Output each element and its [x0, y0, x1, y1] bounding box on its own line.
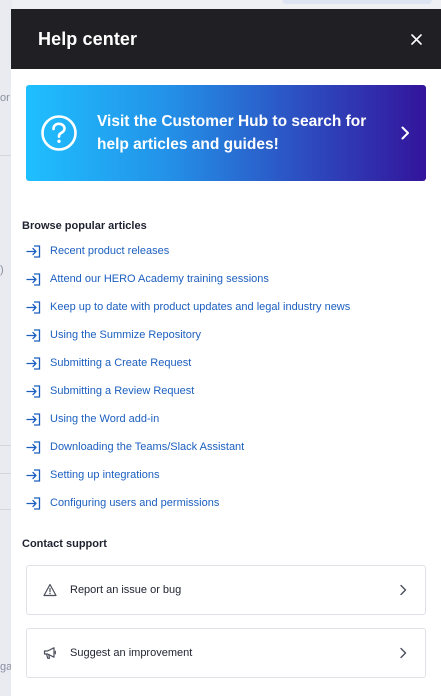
question-circle-icon [41, 115, 77, 151]
sign-in-arrow-icon [26, 412, 41, 426]
article-link[interactable]: Using the Summize Repository [26, 321, 426, 349]
article-label: Attend our HERO Academy training session… [50, 273, 269, 285]
article-label: Using the Word add-in [50, 413, 160, 425]
article-link[interactable]: Downloading the Teams/Slack Assistant [26, 433, 426, 461]
article-link[interactable]: Using the Word add-in [26, 405, 426, 433]
customer-hub-banner[interactable]: Visit the Customer Hub to search for hel… [26, 85, 426, 181]
report-issue-label: Report an issue or bug [70, 584, 182, 596]
article-label: Submitting a Review Request [50, 385, 195, 397]
popular-articles-list: Recent product releases Attend our HERO … [26, 237, 426, 517]
sign-in-arrow-icon [26, 468, 41, 482]
article-link[interactable]: Submitting a Create Request [26, 349, 426, 377]
suggest-improvement-label: Suggest an improvement [70, 647, 193, 659]
article-label: Submitting a Create Request [50, 357, 192, 369]
background-text: or [0, 92, 10, 104]
article-link[interactable]: Recent product releases [26, 237, 426, 265]
sign-in-arrow-icon [26, 356, 41, 370]
help-center-panel: Help center Visit the Customer Hub to se… [11, 9, 441, 696]
suggest-improvement-button[interactable]: Suggest an improvement [26, 628, 426, 678]
chevron-right-icon [400, 647, 407, 659]
panel-header: Help center [11, 9, 441, 69]
article-label: Keep up to date with product updates and… [50, 301, 351, 313]
background-text: ) [0, 264, 4, 276]
article-link[interactable]: Setting up integrations [26, 461, 426, 489]
article-label: Setting up integrations [50, 469, 160, 481]
article-label: Configuring users and permissions [50, 497, 220, 509]
warning-triangle-icon [43, 583, 57, 597]
popular-articles-heading: Browse popular articles [22, 220, 147, 232]
article-link[interactable]: Keep up to date with product updates and… [26, 293, 426, 321]
panel-title: Help center [38, 28, 138, 49]
article-label: Using the Summize Repository [50, 329, 202, 341]
chevron-right-icon [401, 126, 409, 140]
article-link[interactable]: Attend our HERO Academy training session… [26, 265, 426, 293]
chevron-right-icon [400, 584, 407, 596]
sign-in-arrow-icon [26, 328, 41, 342]
background-tab [282, 0, 432, 4]
article-label: Recent product releases [50, 245, 170, 257]
contact-support-heading: Contact support [22, 538, 107, 550]
article-link[interactable]: Submitting a Review Request [26, 377, 426, 405]
close-icon [410, 33, 422, 45]
customer-hub-text: Visit the Customer Hub to search for hel… [97, 112, 367, 154]
sign-in-arrow-icon [26, 384, 41, 398]
sign-in-arrow-icon [26, 496, 41, 510]
article-link[interactable]: Configuring users and permissions [26, 489, 426, 517]
sign-in-arrow-icon [26, 300, 41, 314]
report-issue-button[interactable]: Report an issue or bug [26, 565, 426, 615]
sign-in-arrow-icon [26, 440, 41, 454]
article-label: Downloading the Teams/Slack Assistant [50, 441, 245, 453]
sign-in-arrow-icon [26, 244, 41, 258]
close-button[interactable] [405, 28, 427, 50]
sign-in-arrow-icon [26, 272, 41, 286]
megaphone-icon [43, 647, 56, 659]
